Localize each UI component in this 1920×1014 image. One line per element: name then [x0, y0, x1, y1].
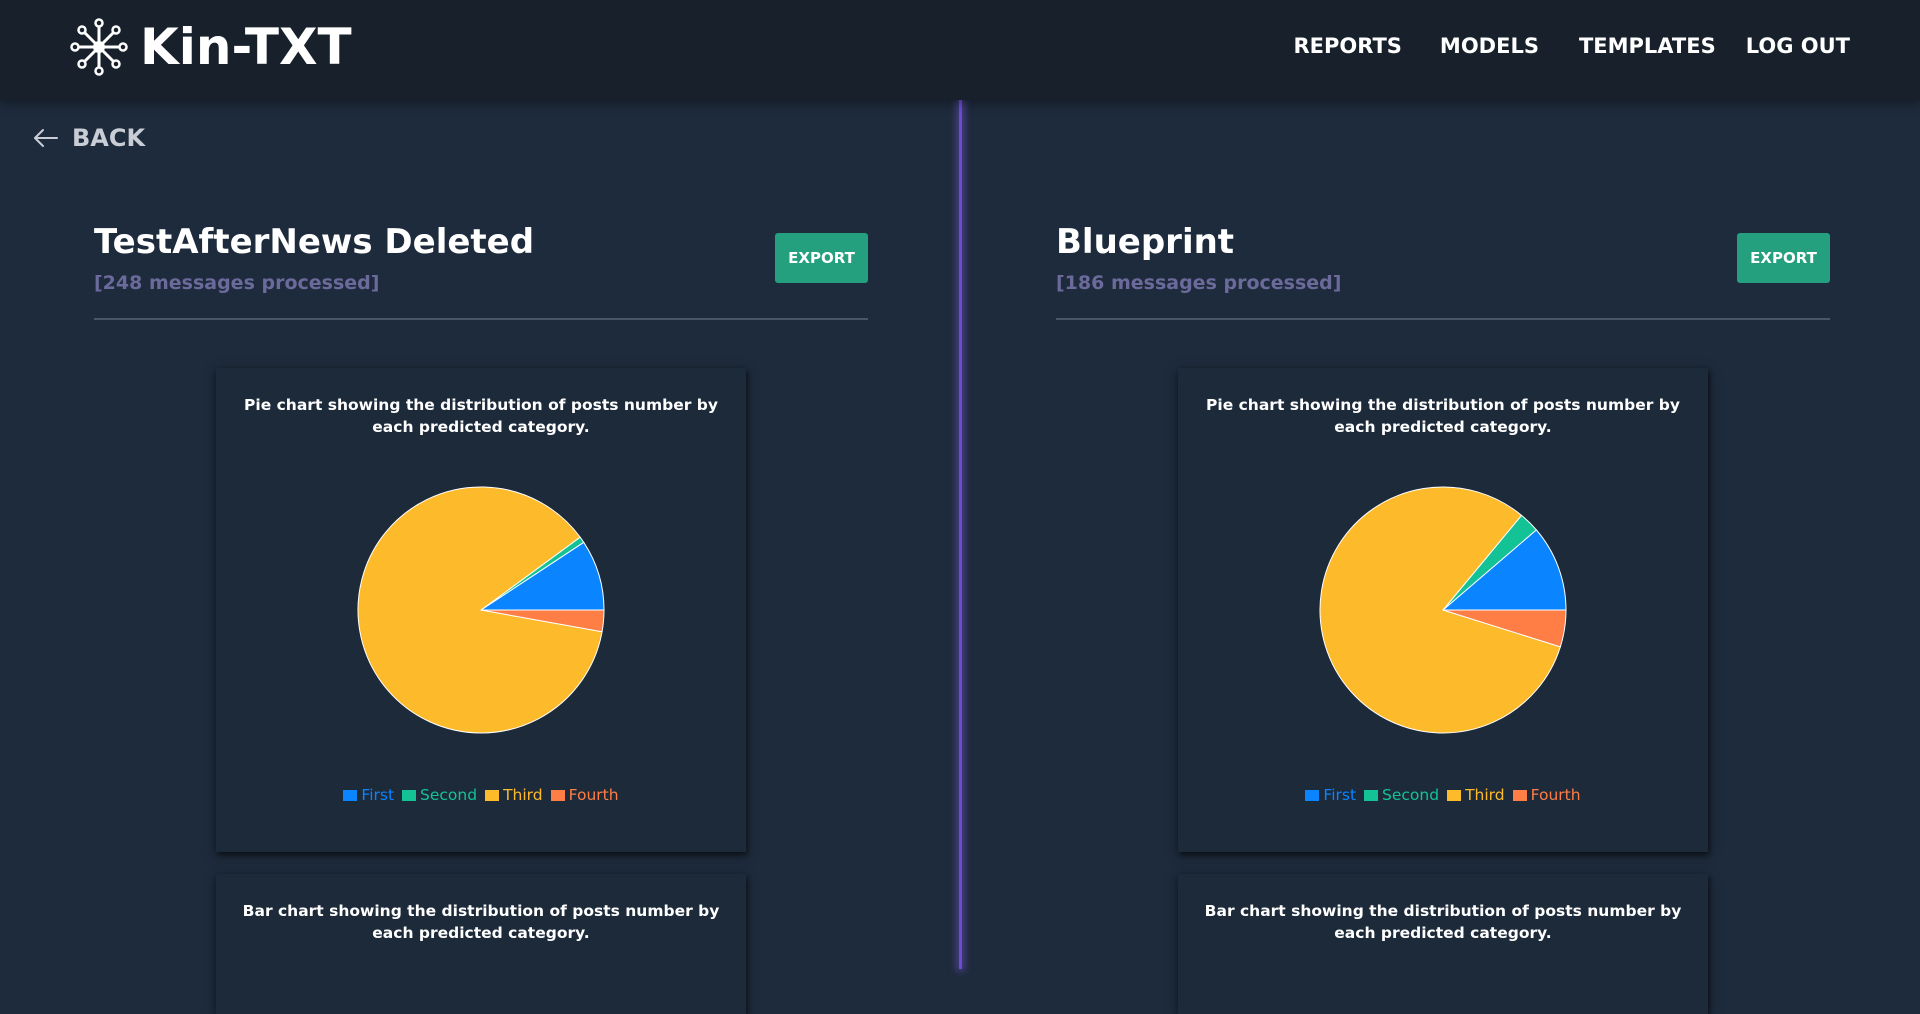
nav-reports-link[interactable]: REPORTS	[1293, 34, 1401, 58]
messages-processed: [248 messages processed]	[94, 272, 380, 294]
legend-swatch	[1512, 789, 1527, 801]
main-nav: REPORTS MODELS TEMPLATES LOG OUT	[1255, 34, 1850, 58]
legend-label: Second	[1382, 786, 1440, 804]
bar-chart-title: Bar chart showing the distribution of po…	[1204, 902, 1682, 942]
messages-processed: [186 messages processed]	[1056, 272, 1342, 294]
bar-chart-title: Bar chart showing the distribution of po…	[242, 902, 720, 942]
pie-chart-card: Pie chart showing the distribution of po…	[1178, 368, 1708, 852]
export-button[interactable]: EXPORT	[775, 233, 868, 283]
nav-templates-link[interactable]: TEMPLATES	[1579, 34, 1716, 58]
bar-chart-card: Bar chart showing the distribution of po…	[216, 874, 746, 1014]
header-rule	[94, 318, 868, 320]
legend-label: Third	[1465, 786, 1505, 804]
legend-swatch	[550, 789, 565, 801]
legend-swatch	[1305, 789, 1320, 801]
legend-swatch	[402, 789, 417, 801]
logout-link[interactable]: LOG OUT	[1746, 34, 1850, 58]
legend-item-fourth[interactable]: Fourth	[550, 786, 619, 804]
legend-item-third[interactable]: Third	[485, 786, 543, 804]
legend-label: First	[1323, 786, 1357, 804]
legend-label: Fourth	[1530, 786, 1581, 804]
legend-label: Second	[420, 786, 478, 804]
header-rule	[1056, 318, 1830, 320]
pie-legend: First Second Third Fourth	[1178, 786, 1708, 804]
legend-swatch	[343, 789, 358, 801]
report-panel-left: TestAfterNews Deleted [248 messages proc…	[0, 100, 958, 1014]
back-button[interactable]: BACK	[32, 124, 145, 152]
legend-item-first[interactable]: First	[343, 786, 394, 804]
back-label: BACK	[72, 124, 146, 152]
arrow-left-icon	[34, 129, 58, 147]
pie-legend: First Second Third Fourth	[216, 786, 746, 804]
legend-item-second[interactable]: Second	[402, 786, 477, 804]
legend-item-first[interactable]: First	[1305, 786, 1356, 804]
nav-models-link[interactable]: MODELS	[1440, 34, 1539, 58]
legend-swatch	[1447, 789, 1462, 801]
pie-chart	[357, 486, 605, 734]
legend-swatch	[1364, 789, 1379, 801]
bar-chart-card: Bar chart showing the distribution of po…	[1178, 874, 1708, 1014]
network-node-icon	[70, 18, 128, 76]
report-title: TestAfterNews Deleted	[94, 222, 535, 262]
brand[interactable]: Kin-TXT	[70, 18, 352, 76]
pie-chart-card: Pie chart showing the distribution of po…	[216, 368, 746, 852]
panel-divider	[959, 100, 962, 969]
legend-swatch	[485, 789, 500, 801]
legend-item-third[interactable]: Third	[1447, 786, 1505, 804]
app-name: Kin-TXT	[140, 18, 352, 76]
legend-label: Fourth	[568, 786, 619, 804]
legend-label: First	[361, 786, 395, 804]
report-title: Blueprint	[1056, 222, 1235, 262]
export-button[interactable]: EXPORT	[1737, 233, 1830, 283]
top-navbar: Kin-TXT REPORTS MODELS TEMPLATES LOG OUT	[0, 0, 1920, 100]
pie-chart	[1319, 486, 1567, 734]
legend-item-second[interactable]: Second	[1364, 786, 1439, 804]
legend-label: Third	[503, 786, 543, 804]
report-panel-right: Blueprint [186 messages processed] EXPOR…	[962, 100, 1920, 1014]
legend-item-fourth[interactable]: Fourth	[1512, 786, 1581, 804]
